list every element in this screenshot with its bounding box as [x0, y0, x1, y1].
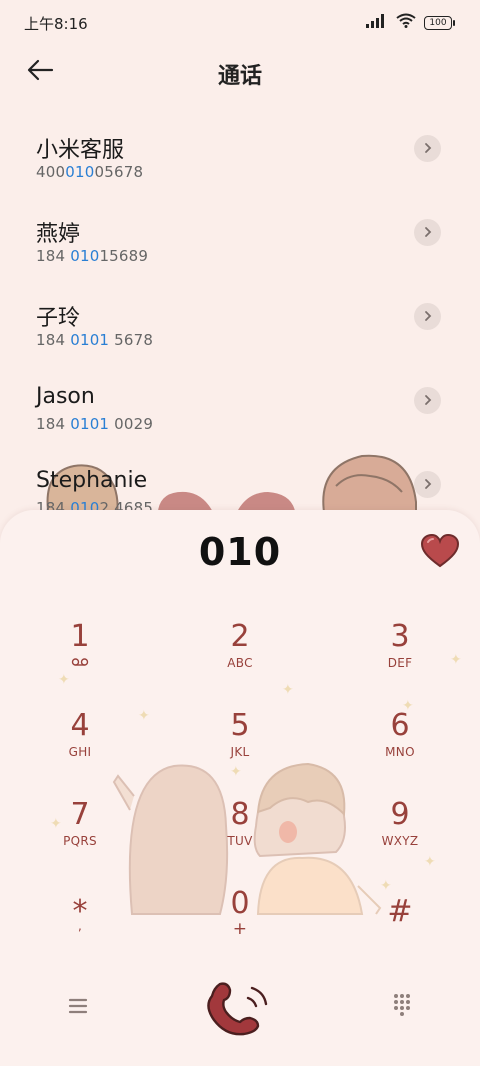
- number-suffix: 15689: [99, 247, 149, 265]
- contact-detail-button[interactable]: [414, 471, 441, 498]
- chevron-right-icon: [422, 307, 434, 326]
- chevron-right-icon: [422, 391, 434, 410]
- dialer-panel: ✦ ✦ ✦ ✦ ✦ ✦ ✦ ✦ ✦ 010 1 2 ABC 3 DEF 4 GH…: [0, 510, 480, 1066]
- number-match: 0101: [70, 331, 110, 349]
- key-digit: 8: [230, 797, 250, 832]
- key-digit: 5: [230, 708, 250, 743]
- phone-handset-icon: [200, 982, 280, 1044]
- heart-icon: [420, 533, 460, 572]
- key-digit: #: [387, 894, 413, 929]
- contact-name: 子玲: [36, 306, 81, 331]
- favorite-button[interactable]: [420, 533, 462, 572]
- voicemail-icon: [20, 656, 140, 670]
- key-digit: 0: [230, 886, 250, 921]
- dialpad-icon: [384, 994, 420, 1026]
- number-suffix: 5678: [109, 331, 154, 349]
- number-prefix: 184: [36, 331, 71, 349]
- chevron-right-icon: [422, 223, 434, 242]
- key-7[interactable]: 7 PQRS: [20, 798, 140, 874]
- key-letters: PQRS: [63, 834, 97, 848]
- contact-number: 184 0101 0029: [36, 415, 153, 433]
- key-letters: +: [232, 919, 248, 939]
- contact-number: 184 0101 5678: [36, 331, 153, 349]
- number-match: 0101: [70, 415, 110, 433]
- menu-icon: [60, 998, 96, 1028]
- key-digit: 4: [70, 708, 90, 743]
- key-letters: ABC: [227, 656, 253, 670]
- key-letters: ,: [77, 919, 83, 933]
- key-letters: MNO: [385, 745, 415, 759]
- key-digit: 7: [70, 797, 90, 832]
- number-suffix: 0029: [109, 415, 154, 433]
- number-prefix: 184: [36, 415, 71, 433]
- status-bar: 上午8:16 100: [0, 0, 480, 44]
- battery-icon: 100: [424, 15, 455, 30]
- key-letters: GHI: [68, 745, 92, 759]
- key-digit: 6: [390, 708, 410, 743]
- chevron-right-icon: [422, 139, 434, 158]
- key-8[interactable]: 8 TUV: [180, 798, 300, 874]
- contact-name: Jason: [36, 384, 95, 409]
- key-2[interactable]: 2 ABC: [180, 620, 300, 696]
- contact-name: Stephanie: [36, 468, 148, 493]
- number-match: 010: [70, 247, 100, 265]
- key-letters: WXYZ: [381, 834, 419, 848]
- contact-row[interactable]: Jason 184 0101 0029: [0, 372, 480, 456]
- dialpad-toggle-button[interactable]: [384, 986, 420, 1022]
- sparkle-icon: ✦: [380, 878, 392, 894]
- key-letters: DEF: [387, 656, 413, 670]
- contact-detail-button[interactable]: [414, 135, 441, 162]
- chevron-right-icon: [422, 475, 434, 494]
- key-digit: 9: [390, 797, 410, 832]
- number-suffix: 05678: [94, 163, 144, 181]
- page-title: 通话: [217, 64, 262, 89]
- key-1[interactable]: 1: [20, 620, 140, 696]
- status-time: 上午8:16: [24, 15, 88, 33]
- call-button[interactable]: [200, 976, 280, 1040]
- key-0[interactable]: 0 +: [180, 887, 300, 963]
- contact-number: 40001005678: [36, 163, 143, 181]
- wifi-icon: [396, 13, 416, 32]
- dialed-number: 010: [198, 530, 282, 574]
- key-4[interactable]: 4 GHI: [20, 709, 140, 785]
- contact-row[interactable]: 小米客服 40001005678: [0, 120, 480, 204]
- contact-row[interactable]: 子玲 184 0101 5678: [0, 288, 480, 372]
- number-prefix: 184: [36, 247, 71, 265]
- contact-row[interactable]: 燕婷 184 01015689: [0, 204, 480, 288]
- contact-detail-button[interactable]: [414, 303, 441, 330]
- key-5[interactable]: 5 JKL: [180, 709, 300, 785]
- contact-detail-button[interactable]: [414, 219, 441, 246]
- key-9[interactable]: 9 WXYZ: [340, 798, 460, 874]
- contact-name: 燕婷: [36, 222, 81, 247]
- key-digit: 3: [390, 619, 410, 654]
- key-digit: 1: [70, 619, 90, 654]
- bottom-bar: [0, 956, 480, 1056]
- key-letters: JKL: [230, 745, 250, 759]
- number-prefix: 400: [36, 163, 66, 181]
- contact-number: 184 01015689: [36, 247, 148, 265]
- key-letters: TUV: [227, 834, 253, 848]
- status-icons: 100: [366, 13, 455, 32]
- signal-icon: [366, 13, 388, 32]
- contact-name: 小米客服: [36, 138, 125, 163]
- header: 通话: [0, 44, 480, 100]
- contact-detail-button[interactable]: [414, 387, 441, 414]
- number-match: 010: [65, 163, 95, 181]
- key-digit: 2: [230, 619, 250, 654]
- contact-list: 小米客服 40001005678 燕婷 184 01015689 子玲 184 …: [0, 120, 480, 540]
- key-6[interactable]: 6 MNO: [340, 709, 460, 785]
- key-3[interactable]: 3 DEF: [340, 620, 460, 696]
- menu-button[interactable]: [60, 988, 96, 1024]
